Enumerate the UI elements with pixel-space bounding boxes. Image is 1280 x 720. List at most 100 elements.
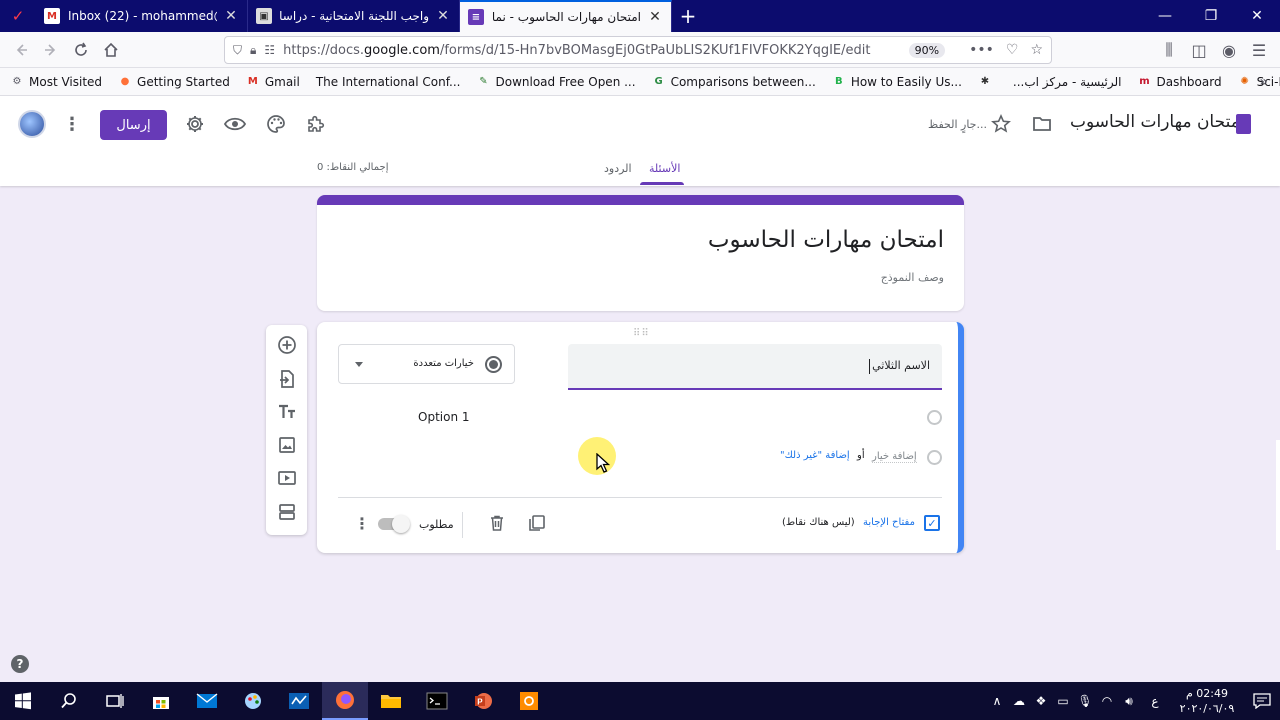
start-button[interactable] — [0, 682, 46, 720]
drag-handle-icon[interactable]: ⠿⠿ — [633, 328, 650, 339]
settings-icon[interactable] — [183, 112, 207, 136]
chevron-right-icon[interactable]: » — [1259, 74, 1268, 90]
answer-key-link[interactable]: مفتاح الإجابة — [863, 517, 915, 528]
browser-tab-inbox[interactable]: M Inbox (22) - mohammed@uob ✕ — [36, 0, 248, 32]
form-description[interactable]: وصف النموذج — [881, 271, 944, 284]
answer-key-checkbox-icon[interactable]: ✓ — [924, 515, 940, 531]
cloud-icon[interactable]: ☁ — [1008, 694, 1030, 708]
add-title-button[interactable] — [277, 402, 297, 422]
option-1-text[interactable]: Option 1 — [418, 410, 470, 424]
back-button[interactable] — [6, 35, 36, 65]
taskbar-recorder[interactable] — [506, 682, 552, 720]
tab-responses[interactable]: الردود — [604, 162, 632, 175]
close-icon[interactable]: ✕ — [435, 8, 451, 24]
taskbar-terminal[interactable] — [414, 682, 460, 720]
taskbar-firefox[interactable] — [322, 682, 368, 720]
zoom-level[interactable]: 90% — [908, 42, 946, 58]
acrobat-icon[interactable]: ✓ — [0, 0, 36, 32]
bookmark-item[interactable]: M Gmail — [246, 75, 300, 89]
microphone-icon[interactable]: 🎙︎ — [1074, 694, 1096, 708]
side-panel-edge — [1276, 440, 1280, 550]
reload-button[interactable] — [66, 35, 96, 65]
account-icon[interactable]: ◉ — [1214, 35, 1244, 65]
taskbar-mail[interactable] — [184, 682, 230, 720]
required-toggle[interactable] — [378, 515, 410, 533]
bookmark-item[interactable]: m Dashboard — [1137, 75, 1221, 89]
library-icon[interactable]: ⫼ — [1154, 35, 1184, 65]
form-title[interactable]: امتحان مهارات الحاسوب — [708, 227, 944, 253]
url-text[interactable]: https://docs.google.com/forms/d/15-Hn7bv… — [283, 43, 908, 58]
taskbar-paint[interactable] — [230, 682, 276, 720]
addons-button[interactable] — [304, 112, 328, 136]
chevron-up-icon[interactable]: ∧ — [986, 694, 1008, 708]
forward-button[interactable] — [36, 35, 66, 65]
or-text: أو — [857, 450, 865, 461]
task-view-button[interactable] — [92, 682, 138, 720]
add-section-button[interactable] — [277, 502, 297, 522]
add-question-button[interactable] — [277, 335, 297, 355]
pocket-icon[interactable]: ♡ — [1006, 42, 1019, 58]
lock-icon[interactable]: 🔒︎ — [250, 43, 256, 58]
bookmark-item[interactable]: ● Getting Started — [118, 75, 230, 89]
home-button[interactable] — [96, 35, 126, 65]
tab-questions[interactable]: الأسئلة — [649, 162, 680, 180]
page-actions-icon[interactable]: ••• — [969, 42, 994, 58]
clock[interactable]: 02:49 م ٢٠٢٠/٠٦/٠٩ — [1170, 686, 1244, 716]
browser-tab-form[interactable]: ≡ امتحان مهارات الحاسوب - نماذج ✕ — [460, 0, 672, 32]
send-button[interactable]: إرسال — [100, 110, 167, 140]
url-bar[interactable]: ⛉ 🔒︎ ☷ https://docs.google.com/forms/d/1… — [224, 36, 1052, 64]
input-language[interactable]: ع — [1140, 694, 1170, 708]
bookmark-item[interactable]: B How to Easily Us... — [832, 75, 962, 89]
permissions-icon[interactable]: ☷ — [264, 43, 275, 57]
close-icon[interactable]: ✕ — [223, 8, 239, 24]
browser-tab-committee[interactable]: ▣ واجب اللجنة الامتحانية - دراسات ✕ — [248, 0, 460, 32]
close-icon[interactable]: ✕ — [647, 9, 663, 25]
more-options-icon[interactable]: ⋮ — [354, 515, 370, 533]
delete-button[interactable] — [488, 514, 506, 532]
question-type-dropdown[interactable]: خيارات متعددة — [338, 344, 515, 384]
bookmarks-bar: ⚙ Most Visited ● Getting Started M Gmail The I… — [0, 68, 1280, 96]
hamburger-menu-icon[interactable]: ☰ — [1244, 35, 1274, 65]
wifi-icon[interactable]: ◠ — [1096, 694, 1118, 708]
forms-logo-icon[interactable] — [1236, 114, 1251, 134]
bookmark-item[interactable]: الرئيسية - مركز اب... — [1013, 75, 1122, 89]
taskbar-powerpoint[interactable]: P — [460, 682, 506, 720]
add-video-button[interactable] — [277, 468, 297, 488]
close-window-icon[interactable]: ✕ — [1234, 0, 1280, 32]
volume-icon[interactable]: 🔊︎ — [1118, 694, 1140, 709]
question-card[interactable]: ⠿⠿ الاسم الثلاثي خيارات متعددة Option 1 … — [317, 322, 964, 553]
question-title-input[interactable]: الاسم الثلاثي — [568, 344, 942, 390]
shield-icon[interactable]: ⛉ — [233, 43, 242, 58]
form-title-card[interactable]: امتحان مهارات الحاسوب وصف النموذج — [317, 195, 964, 311]
taskbar-store[interactable] — [138, 682, 184, 720]
avatar[interactable] — [18, 110, 46, 138]
move-to-folder-button[interactable] — [1030, 112, 1054, 136]
duplicate-button[interactable] — [528, 514, 546, 532]
bookmark-item[interactable]: The International Conf... — [316, 75, 461, 89]
import-questions-button[interactable] — [277, 369, 297, 389]
bookmark-item[interactable]: ✎ Download Free Open ... — [477, 75, 635, 89]
bookmark-item[interactable]: ✱ — [978, 75, 997, 89]
form-name[interactable]: امتحان مهارات الحاسوب — [1070, 112, 1245, 132]
battery-icon[interactable]: ▭ — [1052, 694, 1074, 708]
taskbar-whiteboard[interactable] — [276, 682, 322, 720]
bookmark-item[interactable]: G Comparisons between... — [652, 75, 815, 89]
restore-icon[interactable]: ❐ — [1188, 0, 1234, 32]
add-other-link[interactable]: إضافة "غير ذلك" — [780, 450, 850, 461]
new-tab-button[interactable]: + — [672, 0, 704, 32]
bookmark-item[interactable]: ⚙ Most Visited — [10, 75, 103, 89]
bookmark-star-icon[interactable]: ☆ — [1030, 42, 1043, 58]
dropbox-icon[interactable]: ❖ — [1030, 694, 1052, 708]
notifications-button[interactable] — [1244, 682, 1280, 720]
more-options-icon[interactable]: ⋮ — [63, 112, 81, 136]
add-option-link[interactable]: إضافة خيار — [872, 451, 917, 463]
preview-button[interactable] — [223, 112, 247, 136]
theme-button[interactable] — [264, 112, 288, 136]
search-button[interactable] — [46, 682, 92, 720]
minimize-icon[interactable]: — — [1142, 0, 1188, 32]
taskbar-file-explorer[interactable] — [368, 682, 414, 720]
help-icon[interactable]: ? — [11, 655, 29, 673]
sidebar-icon[interactable]: ◫ — [1184, 35, 1214, 65]
add-image-button[interactable] — [277, 435, 297, 455]
star-button[interactable] — [989, 112, 1013, 136]
